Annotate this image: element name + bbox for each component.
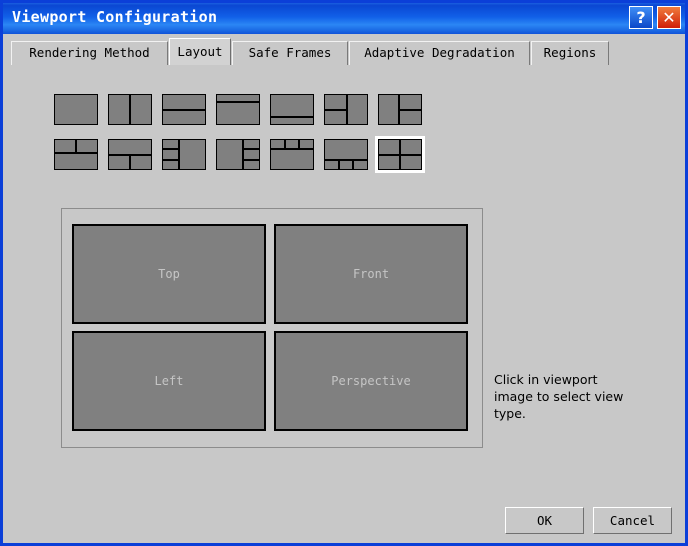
layout-pane xyxy=(270,149,314,170)
cancel-button[interactable]: Cancel xyxy=(593,507,672,534)
layout-pane xyxy=(400,154,422,170)
layout-icon-single[interactable] xyxy=(51,91,101,128)
layout-pane xyxy=(324,109,347,125)
layout-pane xyxy=(324,94,347,110)
layout-icon-two-vertical[interactable] xyxy=(105,91,155,128)
layout-pane xyxy=(270,116,314,125)
close-button[interactable]: ✕ xyxy=(657,6,681,29)
layout-icon-inner xyxy=(378,94,422,125)
layout-icon-inner xyxy=(108,94,152,125)
viewport-top[interactable]: Top xyxy=(72,224,266,324)
layout-pane xyxy=(284,139,300,150)
layout-icon-one-top-three-bottom[interactable] xyxy=(321,136,371,173)
layout-icon-thin-top-wide-bottom[interactable] xyxy=(213,91,263,128)
viewport-perspective-label: Perspective xyxy=(331,374,411,388)
layout-pane xyxy=(108,94,130,125)
layout-pane xyxy=(338,159,354,170)
layout-pane xyxy=(378,139,400,155)
layout-pane xyxy=(162,94,206,110)
layout-pane xyxy=(270,94,314,117)
layout-icon-wide-top-thin-bottom[interactable] xyxy=(267,91,317,128)
layout-pane xyxy=(299,139,314,150)
tab-safe-frames[interactable]: Safe Frames xyxy=(232,41,348,65)
layout-pane xyxy=(378,154,400,170)
layout-icon-inner xyxy=(270,94,314,125)
viewport-front-label: Front xyxy=(352,267,390,281)
tab-rendering-method[interactable]: Rendering Method xyxy=(11,41,168,65)
dialog-body: Top Front Left Perspective Click in view… xyxy=(3,65,685,543)
viewport-front[interactable]: Front xyxy=(274,224,468,324)
layout-pane xyxy=(162,109,206,125)
layout-pane xyxy=(54,94,98,125)
layout-icon-inner xyxy=(216,94,260,125)
layout-pane xyxy=(130,154,152,170)
layout-icon-two-horizontal[interactable] xyxy=(159,91,209,128)
viewport-left[interactable]: Left xyxy=(72,331,266,431)
layout-pane xyxy=(76,139,98,154)
layout-pane xyxy=(108,139,152,155)
layout-pane xyxy=(243,139,260,150)
layout-icon-inner xyxy=(324,94,368,125)
hint-text: Click in viewport image to select view t… xyxy=(494,372,624,421)
layout-pane xyxy=(399,109,422,125)
title-bar: Viewport Configuration ? ✕ xyxy=(3,3,685,34)
layout-pane xyxy=(353,159,368,170)
layout-icon-inner xyxy=(54,94,98,125)
layout-pane xyxy=(108,154,130,170)
layout-pane xyxy=(162,159,179,170)
ok-button[interactable]: OK xyxy=(505,507,584,534)
layout-pane xyxy=(346,94,368,125)
layout-icon-one-top-two-bottom[interactable] xyxy=(105,136,155,173)
viewport-preview-panel: Top Front Left Perspective xyxy=(61,208,483,448)
layout-pane xyxy=(378,94,400,125)
layout-icon-inner xyxy=(108,139,152,170)
layout-pane xyxy=(54,153,98,170)
close-icon: ✕ xyxy=(662,8,676,27)
layout-icon-two-left-one-right[interactable] xyxy=(321,91,371,128)
layout-icon-one-left-two-right[interactable] xyxy=(375,91,425,128)
layout-pane xyxy=(324,139,368,160)
layout-icon-inner xyxy=(54,139,98,170)
layout-icon-three-top-one-bottom[interactable] xyxy=(267,136,317,173)
layout-icon-one-left-three-right[interactable] xyxy=(213,136,263,173)
layout-pane xyxy=(216,94,260,103)
viewport-top-label: Top xyxy=(158,267,180,281)
viewport-left-label: Left xyxy=(154,374,184,388)
help-icon: ? xyxy=(636,8,646,27)
layout-pane xyxy=(270,139,285,150)
viewport-perspective[interactable]: Perspective xyxy=(274,331,468,431)
layout-pane xyxy=(216,139,244,170)
layout-icon-inner xyxy=(270,139,314,170)
layout-pane xyxy=(216,102,260,125)
layout-icon-inner xyxy=(162,94,206,125)
tab-layout[interactable]: Layout xyxy=(169,38,231,65)
layout-pane xyxy=(324,159,339,170)
viewport-configuration-dialog: Viewport Configuration ? ✕ Rendering Met… xyxy=(0,0,688,546)
layout-icon-inner xyxy=(216,139,260,170)
window-title: Viewport Configuration xyxy=(12,8,218,26)
layout-icon-three-left-one-right[interactable] xyxy=(159,136,209,173)
layout-pane xyxy=(178,139,206,170)
layout-pane xyxy=(399,94,422,110)
layout-pane xyxy=(243,159,260,170)
help-button[interactable]: ? xyxy=(629,6,653,29)
layout-icon-inner xyxy=(378,139,422,170)
layout-pane xyxy=(54,139,76,154)
layout-icon-inner xyxy=(162,139,206,170)
layout-icon-two-top-one-bottom[interactable] xyxy=(51,136,101,173)
layout-pane xyxy=(400,139,422,155)
tab-regions[interactable]: Regions xyxy=(531,41,609,65)
layout-pane xyxy=(130,94,152,125)
tab-adaptive-degradation[interactable]: Adaptive Degradation xyxy=(349,41,530,65)
layout-icon-four-equal-quad[interactable] xyxy=(375,136,425,173)
layout-pane xyxy=(243,149,260,160)
layout-icon-inner xyxy=(324,139,368,170)
layout-pane xyxy=(162,149,179,160)
layout-pane xyxy=(162,139,179,150)
tab-strip: Rendering Method Layout Safe Frames Adaptiv… xyxy=(3,34,685,65)
